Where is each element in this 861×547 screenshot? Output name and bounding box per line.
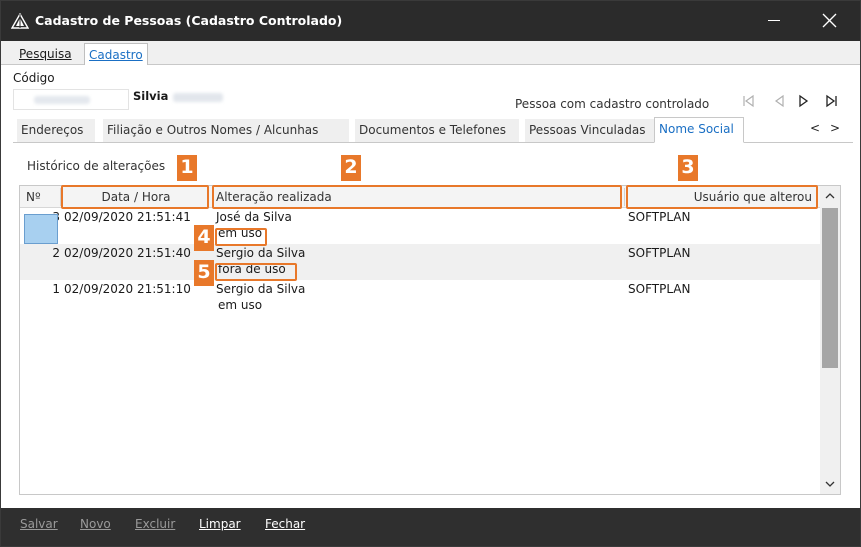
last-record-button[interactable] [822, 91, 842, 111]
window-title: Cadastro de Pessoas (Cadastro Controlado… [35, 13, 343, 28]
callout-box-status-row3 [215, 228, 267, 246]
tab-nome-social[interactable]: Nome Social [654, 117, 744, 143]
history-grid: Nº Data / Hora Alteração realizada Usuár… [19, 185, 841, 495]
row-user: SOFTPLAN [628, 210, 691, 224]
callout-box-status-row2 [215, 263, 297, 281]
tab-scroll-buttons: < > [806, 119, 846, 139]
minimize-button[interactable] [750, 1, 796, 41]
next-record-button[interactable] [794, 91, 814, 111]
tab-cadastro-label: Cadastro [89, 48, 143, 62]
app-window: Cadastro de Pessoas (Cadastro Controlado… [0, 0, 861, 547]
callout-box-date [61, 185, 209, 209]
row-date: 02/09/2020 21:51:40 [64, 246, 191, 260]
person-name: Silvia [133, 89, 169, 103]
tab-scroll-right-button[interactable]: > [830, 121, 840, 135]
top-tab-bar: Pesquisa Cadastro [1, 41, 860, 66]
fechar-button[interactable]: Fechar [265, 517, 305, 531]
app-logo-icon [11, 13, 29, 29]
previous-record-icon [774, 94, 784, 108]
row-number: 1 [52, 282, 60, 296]
tab-pesquisa-label: Pesquisa [19, 47, 72, 61]
tab-enderecos-label: Endereços [21, 123, 84, 137]
chevron-up-icon [825, 193, 835, 199]
action-bar: Salvar Novo Excluir Limpar Fechar [1, 508, 860, 546]
tab-enderecos[interactable]: Endereços [17, 119, 95, 142]
row-name: Sergio da Silva [216, 282, 306, 296]
first-record-icon [743, 94, 754, 108]
next-record-icon [799, 94, 809, 108]
table-row[interactable]: 1 02/09/2020 21:51:10 Sergio da Silva em… [20, 280, 820, 316]
history-label: Histórico de alterações [27, 159, 166, 173]
title-bar: Cadastro de Pessoas (Cadastro Controlado… [1, 1, 860, 41]
inner-tab-bar: Endereços Filiação e Outros Nomes / Alcu… [13, 117, 853, 143]
last-record-icon [826, 94, 837, 108]
col-header-num[interactable]: Nº [26, 186, 41, 208]
salvar-button-label: Salvar [20, 517, 58, 531]
callout-badge-1: 1 [177, 155, 197, 181]
scroll-thumb[interactable] [822, 208, 838, 368]
first-record-button[interactable] [738, 91, 758, 111]
limpar-button-label: Limpar [199, 517, 241, 531]
codigo-field[interactable] [13, 89, 129, 110]
controlled-status-text: Pessoa com cadastro controlado [515, 97, 710, 111]
row-status: em uso [218, 298, 263, 312]
excluir-button[interactable]: Excluir [135, 517, 175, 531]
tab-pessoas-vinculadas[interactable]: Pessoas Vinculadas [525, 119, 659, 142]
tab-documentos-label: Documentos e Telefones [359, 123, 506, 137]
scroll-down-button[interactable] [820, 474, 840, 494]
redacted-surname [173, 93, 223, 102]
chevron-down-icon [825, 481, 835, 487]
row-selector-indicator[interactable] [24, 214, 58, 244]
col-separator [624, 188, 625, 206]
tab-nome-social-label: Nome Social [659, 122, 734, 136]
novo-button-label: Novo [80, 517, 111, 531]
redacted-codigo [34, 96, 90, 104]
tab-documentos[interactable]: Documentos e Telefones [355, 119, 519, 142]
row-name: Sergio da Silva [216, 246, 306, 260]
cadastro-form: Código Silvia Pessoa com cadastro contro… [1, 65, 860, 508]
row-user: SOFTPLAN [628, 246, 691, 260]
callout-badge-4: 4 [194, 225, 214, 251]
limpar-button[interactable]: Limpar [199, 517, 241, 531]
callout-badge-3: 3 [678, 155, 698, 181]
tab-filiacao-label: Filiação e Outros Nomes / Alcunhas [107, 123, 319, 137]
row-date: 02/09/2020 21:51:10 [64, 282, 191, 296]
row-user: SOFTPLAN [628, 282, 691, 296]
callout-box-change [212, 185, 622, 209]
table-row[interactable]: 2 02/09/2020 21:51:40 Sergio da Silva fo… [20, 244, 820, 280]
previous-record-button[interactable] [769, 91, 789, 111]
callout-badge-5: 5 [194, 260, 214, 286]
salvar-button[interactable]: Salvar [20, 517, 58, 531]
tab-pesquisa[interactable]: Pesquisa [15, 45, 76, 65]
callout-box-user [626, 185, 818, 209]
fechar-button-label: Fechar [265, 517, 306, 531]
row-name: José da Silva [216, 210, 292, 224]
tab-filiacao[interactable]: Filiação e Outros Nomes / Alcunhas [103, 119, 349, 142]
close-icon [822, 13, 837, 28]
scroll-up-button[interactable] [820, 186, 840, 206]
codigo-label: Código [13, 71, 55, 85]
close-button[interactable] [806, 1, 852, 41]
vertical-scrollbar[interactable] [820, 186, 840, 494]
tab-cadastro[interactable]: Cadastro [84, 43, 148, 66]
table-row[interactable]: 3 02/09/2020 21:51:41 José da Silva em u… [20, 208, 820, 244]
tab-pessoas-vinculadas-label: Pessoas Vinculadas [529, 123, 646, 137]
novo-button[interactable]: Novo [80, 517, 111, 531]
row-number: 2 [52, 246, 60, 260]
row-date: 02/09/2020 21:51:41 [64, 210, 191, 224]
tab-scroll-left-button[interactable]: < [810, 121, 820, 135]
excluir-button-label: Excluir [135, 517, 176, 531]
callout-badge-2: 2 [341, 155, 361, 181]
